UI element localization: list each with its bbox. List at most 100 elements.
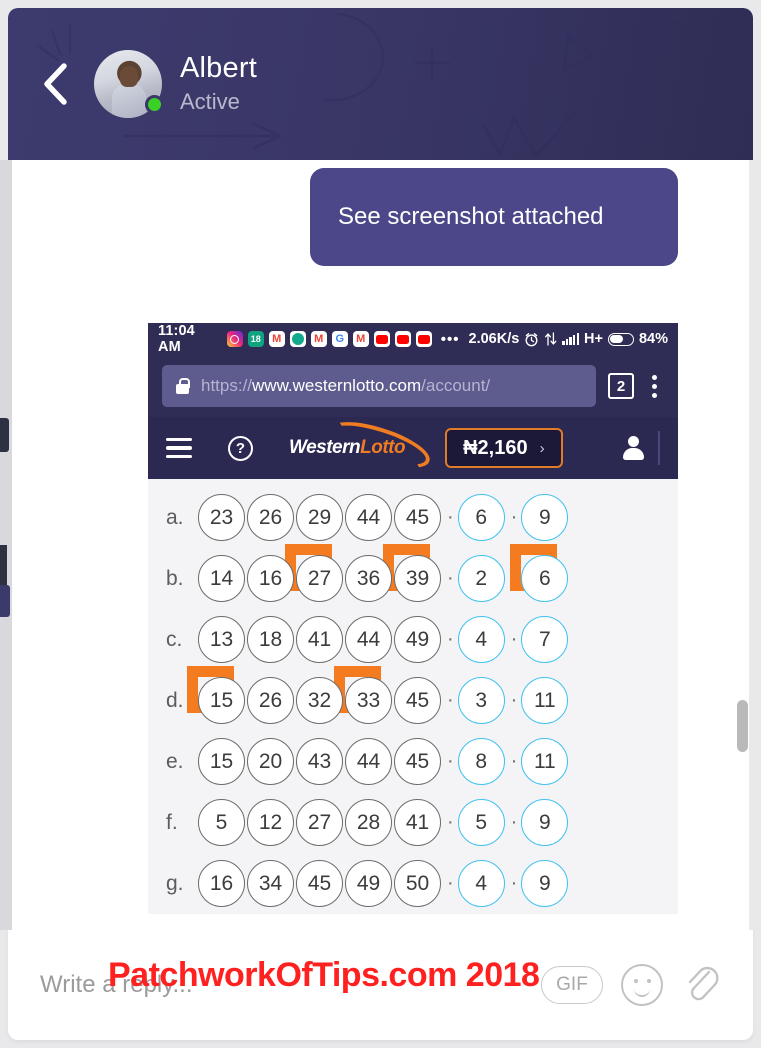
more-notifications-icon: ••• <box>440 330 460 348</box>
scrollbar[interactable] <box>735 160 751 930</box>
ball-separator: · <box>447 811 454 833</box>
three-dot-menu-icon[interactable] <box>652 374 658 398</box>
balance-amount: ₦2,160 <box>463 436 528 459</box>
contact-status: Active <box>180 88 240 114</box>
lottery-ball[interactable]: 29 <box>296 494 343 541</box>
lottery-bonus-ball[interactable]: 3 <box>457 677 505 724</box>
lottery-ball[interactable]: 23 <box>198 494 245 541</box>
url-text: https://www.westernlotto.com/account/ <box>201 376 490 396</box>
lottery-row: a. 23 26 29 44 45 · 6 · 9 <box>148 487 678 548</box>
lottery-ball[interactable]: 27 <box>296 799 343 846</box>
lottery-ball[interactable]: 44 <box>345 494 392 541</box>
lottery-row: d. 15 26 32 33 45 · 3 · 11 <box>148 666 678 731</box>
lottery-ball[interactable]: 16 <box>247 555 294 602</box>
calendar-icon: 18 <box>247 331 264 347</box>
lottery-bonus-ball[interactable]: 9 <box>521 494 569 541</box>
lottery-ball[interactable]: 26 <box>247 494 294 541</box>
gmail-icon: M <box>310 331 327 347</box>
lottery-ball[interactable]: 5 <box>198 799 245 846</box>
lottery-ball[interactable]: 44 <box>345 616 392 663</box>
smiley-face-icon[interactable] <box>621 964 663 1006</box>
whatsapp-icon <box>289 331 306 347</box>
lottery-ball[interactable]: 49 <box>394 616 441 663</box>
paperclip-icon[interactable] <box>681 963 721 1007</box>
lottery-bonus-ball[interactable]: 4 <box>457 616 505 663</box>
lottery-bonus-ball[interactable]: 11 <box>521 677 569 724</box>
logo-text-lotto: Lotto <box>360 437 406 458</box>
url-domain: www.westernlotto.com <box>252 376 422 395</box>
lottery-bonus-ball[interactable]: 9 <box>521 860 569 907</box>
lottery-bonus-ball[interactable]: 6 <box>457 494 505 541</box>
lottery-bonus-ball[interactable]: 5 <box>457 799 505 846</box>
lottery-ball[interactable]: 41 <box>296 616 343 663</box>
ball-separator: · <box>447 689 454 711</box>
help-icon[interactable]: ? <box>228 435 253 461</box>
scrollbar-thumb[interactable] <box>737 700 748 752</box>
lottery-ball[interactable]: 43 <box>296 738 343 785</box>
ball-separator: · <box>510 628 518 650</box>
attached-screenshot[interactable]: 11:04 AM 18 M M G M ••• 2.06K/s H+ 84% h… <box>148 323 678 914</box>
lottery-ball[interactable]: 16 <box>198 860 245 907</box>
lottery-ball[interactable]: 39 <box>394 555 441 602</box>
westernlotto-logo[interactable]: WesternLotto <box>289 412 435 478</box>
lottery-bonus-ball[interactable]: 9 <box>521 799 569 846</box>
signal-bars-icon <box>562 333 580 345</box>
lottery-ball[interactable]: 28 <box>345 799 392 846</box>
back-button[interactable] <box>28 57 82 111</box>
chat-header: Albert Active <box>8 8 753 160</box>
gif-button[interactable]: GIF <box>541 966 603 1004</box>
gmail-icon: M <box>268 331 285 347</box>
lottery-bonus-ball[interactable]: 11 <box>521 738 569 785</box>
lottery-bonus-ball[interactable]: 4 <box>457 860 505 907</box>
lottery-bonus-ball[interactable]: 8 <box>457 738 505 785</box>
message-text: See screenshot attached <box>338 203 604 230</box>
tab-count-button[interactable]: 2 <box>608 373 634 399</box>
browser-address-bar: https://www.westernlotto.com/account/ 2 <box>148 355 678 417</box>
lottery-ball[interactable]: 50 <box>394 860 441 907</box>
status-bar-time: 11:04 AM <box>158 323 195 355</box>
lottery-ball[interactable]: 15 <box>198 738 245 785</box>
lottery-ball[interactable]: 33 <box>345 677 392 724</box>
lottery-ball[interactable]: 45 <box>394 677 441 724</box>
reply-input[interactable]: Write a reply... <box>40 971 523 999</box>
lottery-ball[interactable]: 41 <box>394 799 441 846</box>
hamburger-menu-icon[interactable] <box>166 437 192 459</box>
lottery-ball[interactable]: 12 <box>247 799 294 846</box>
lottery-ball[interactable]: 49 <box>345 860 392 907</box>
background-panel-sliver <box>0 585 10 617</box>
lottery-ball[interactable]: 27 <box>296 555 343 602</box>
ball-separator: · <box>510 689 518 711</box>
lottery-ball[interactable]: 14 <box>198 555 245 602</box>
lottery-bonus-ball[interactable]: 2 <box>457 555 505 602</box>
contact-info: Albert Active <box>180 52 257 117</box>
ball-separator: · <box>510 506 518 528</box>
ball-separator: · <box>510 567 518 589</box>
lottery-bonus-ball[interactable]: 7 <box>521 616 569 663</box>
network-speed: 2.06K/s <box>468 331 520 347</box>
gmail-icon: M <box>352 331 369 347</box>
message-bubble-outgoing[interactable]: See screenshot attached <box>310 168 678 267</box>
lottery-ball[interactable]: 34 <box>247 860 294 907</box>
avatar[interactable] <box>94 50 164 118</box>
lottery-ball[interactable]: 36 <box>345 555 392 602</box>
ball-separator: · <box>447 872 454 894</box>
lottery-ball[interactable]: 13 <box>198 616 245 663</box>
lottery-ball[interactable]: 45 <box>394 738 441 785</box>
instagram-icon <box>226 331 243 347</box>
lottery-ball[interactable]: 18 <box>247 616 294 663</box>
alarm-clock-icon <box>525 332 538 346</box>
user-account-icon[interactable] <box>622 436 644 460</box>
lottery-ball[interactable]: 45 <box>296 860 343 907</box>
lottery-ball[interactable]: 20 <box>247 738 294 785</box>
url-input[interactable]: https://www.westernlotto.com/account/ <box>162 365 596 407</box>
lottery-ball[interactable]: 45 <box>394 494 441 541</box>
lottery-ball[interactable]: 15 <box>198 677 245 724</box>
lottery-row-label: g. <box>166 871 184 895</box>
lottery-bonus-ball[interactable]: 6 <box>521 555 569 602</box>
lottery-ball[interactable]: 26 <box>247 677 294 724</box>
lottery-row: b. 14 16 27 36 39 · 2 · 6 <box>148 544 678 609</box>
lottery-ball[interactable]: 32 <box>296 677 343 724</box>
online-status-dot <box>145 95 164 114</box>
account-balance-button[interactable]: ₦2,160 › <box>445 428 563 468</box>
lottery-ball[interactable]: 44 <box>345 738 392 785</box>
